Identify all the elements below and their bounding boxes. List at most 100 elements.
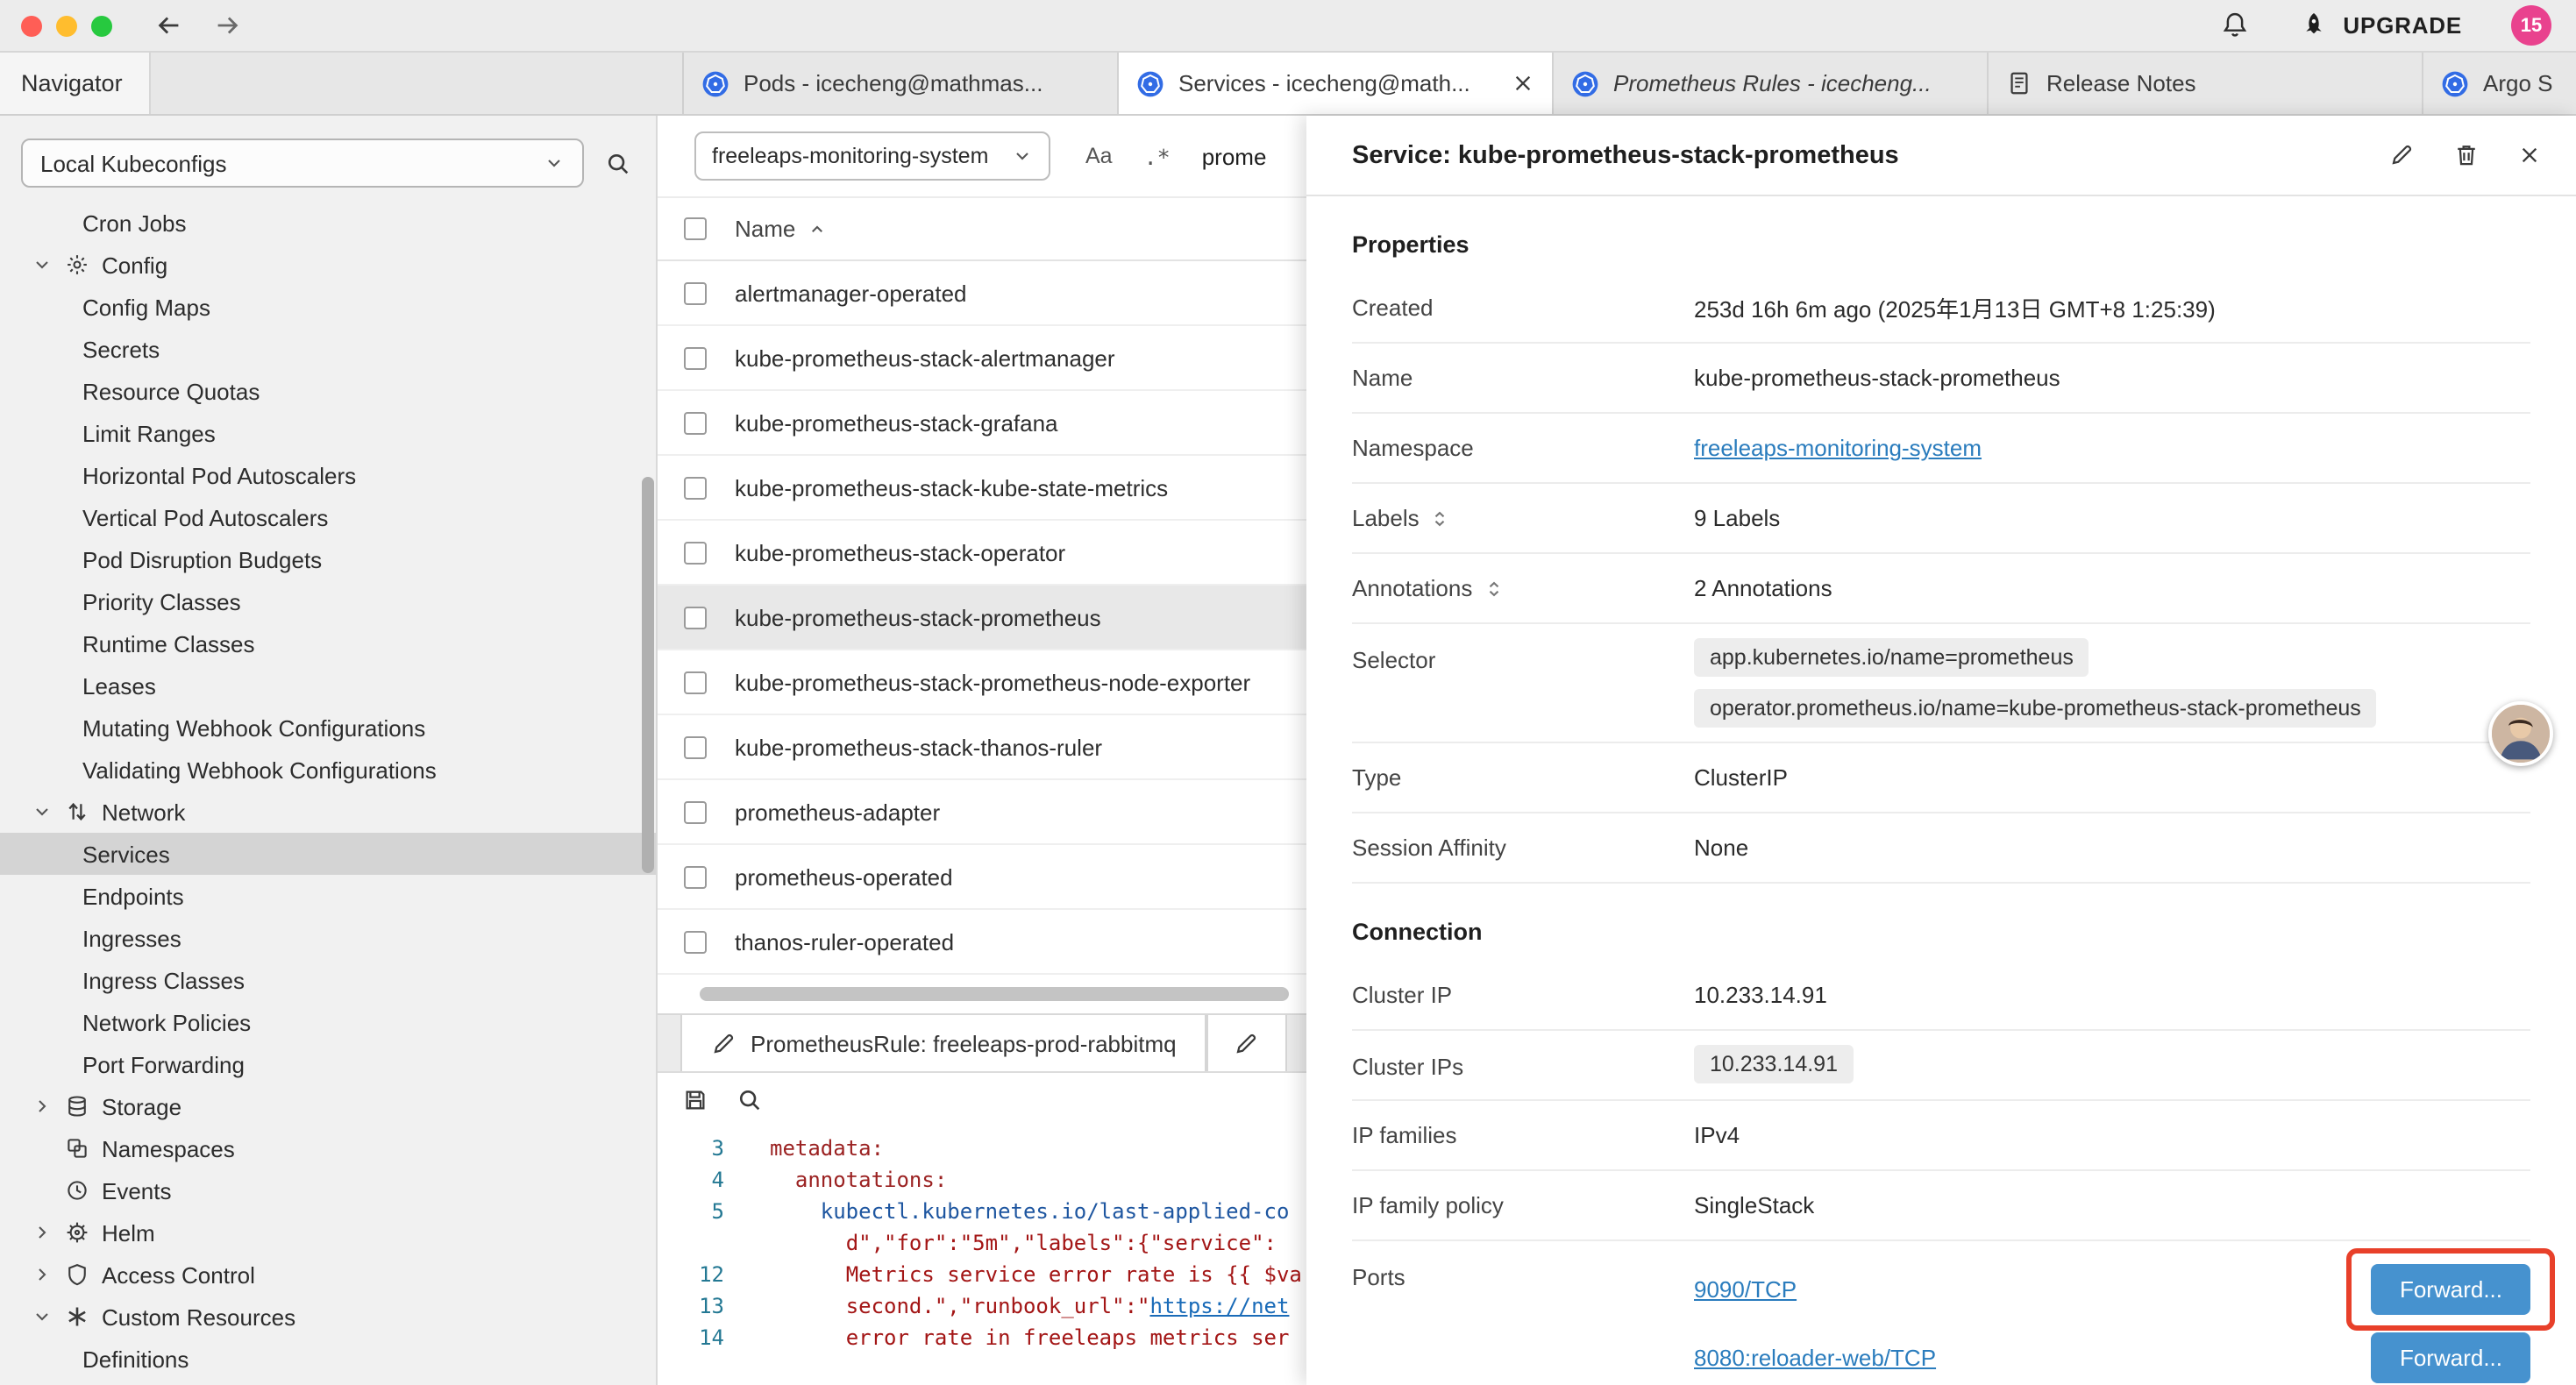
storage-icon bbox=[60, 1094, 95, 1119]
expand-toggle-icon[interactable] bbox=[1430, 508, 1451, 529]
sidebar-item-services[interactable]: Services bbox=[0, 833, 656, 875]
sidebar-item-ingresses[interactable]: Ingresses bbox=[0, 917, 656, 959]
horizontal-scrollbar[interactable] bbox=[700, 987, 1289, 1001]
back-arrow-icon[interactable] bbox=[154, 11, 184, 40]
namespace-link[interactable]: freeleaps-monitoring-system bbox=[1694, 435, 1982, 461]
detail-value: IPv4 bbox=[1694, 1122, 2530, 1148]
search-input[interactable]: prome bbox=[1202, 143, 1267, 169]
port-link[interactable]: 8080:reloader-web/TCP bbox=[1694, 1345, 1936, 1371]
row-checkbox[interactable] bbox=[684, 800, 707, 823]
expand-toggle-icon[interactable] bbox=[1483, 578, 1504, 599]
row-checkbox[interactable] bbox=[684, 411, 707, 434]
editor-tab-pods-icecheng-mathmas[interactable]: Pods - icecheng@mathmas... bbox=[684, 53, 1119, 114]
sidebar-item-label: Storage bbox=[102, 1093, 181, 1119]
sidebar-item-custom-resources[interactable]: Custom Resources bbox=[0, 1296, 656, 1338]
close-tab-icon[interactable] bbox=[1512, 72, 1534, 95]
dock-tab-prometheusrule-freeleaps-prod-rabbitmq[interactable]: PrometheusRule: freeleaps-prod-rabbitmq bbox=[680, 1015, 1206, 1071]
row-checkbox[interactable] bbox=[684, 930, 707, 953]
sidebar-item-storage[interactable]: Storage bbox=[0, 1085, 656, 1127]
save-icon[interactable] bbox=[682, 1086, 708, 1112]
forward-arrow-icon[interactable] bbox=[212, 11, 242, 40]
close-window-button[interactable] bbox=[21, 15, 42, 36]
access-icon bbox=[60, 1262, 95, 1287]
chevron-down-icon[interactable] bbox=[32, 801, 60, 822]
row-name: alertmanager-operated bbox=[735, 280, 967, 306]
sidebar-search-icon[interactable] bbox=[605, 150, 631, 176]
edit-pencil-icon[interactable] bbox=[2388, 142, 2415, 168]
sidebar-item-helm[interactable]: Helm bbox=[0, 1211, 656, 1254]
minimize-window-button[interactable] bbox=[56, 15, 77, 36]
sort-ascending-icon[interactable] bbox=[806, 218, 827, 239]
tab-label: Pods - icecheng@mathmas... bbox=[744, 70, 1042, 96]
sidebar-item-port-forwarding[interactable]: Port Forwarding bbox=[0, 1043, 656, 1085]
notification-count-badge[interactable]: 15 bbox=[2511, 5, 2551, 46]
forward-button[interactable]: Forward... bbox=[2372, 1264, 2530, 1315]
sidebar-item-endpoints[interactable]: Endpoints bbox=[0, 875, 656, 917]
details-drawer: Service: kube-prometheus-stack-prometheu… bbox=[1306, 116, 2576, 1385]
sidebar-item-namespaces[interactable]: Namespaces bbox=[0, 1127, 656, 1169]
select-all-checkbox[interactable] bbox=[684, 217, 707, 240]
row-checkbox[interactable] bbox=[684, 671, 707, 693]
sidebar-item-label: Mutating Webhook Configurations bbox=[82, 714, 425, 741]
row-checkbox[interactable] bbox=[684, 346, 707, 369]
delete-trash-icon[interactable] bbox=[2453, 142, 2480, 168]
port-link[interactable]: 9090/TCP bbox=[1694, 1276, 1797, 1303]
notifications-bell-icon[interactable] bbox=[2220, 11, 2250, 40]
sidebar-item-cron-jobs[interactable]: Cron Jobs bbox=[0, 202, 656, 244]
upgrade-button[interactable]: UPGRADE bbox=[2299, 11, 2462, 40]
name-column-header[interactable]: Name bbox=[735, 216, 795, 242]
sidebar-item-priority-classes[interactable]: Priority Classes bbox=[0, 580, 656, 622]
sidebar-item-ingress-classes[interactable]: Ingress Classes bbox=[0, 959, 656, 1001]
match-case-toggle[interactable]: Aa bbox=[1085, 144, 1113, 168]
sidebar-item-network[interactable]: Network bbox=[0, 791, 656, 833]
sidebar-item-label: Priority Classes bbox=[82, 588, 241, 614]
zoom-window-button[interactable] bbox=[91, 15, 112, 36]
forward-button[interactable]: Forward... bbox=[2372, 1332, 2530, 1383]
sidebar-item-definitions[interactable]: Definitions bbox=[0, 1338, 656, 1380]
sidebar-item-horizontal-pod-autoscalers[interactable]: Horizontal Pod Autoscalers bbox=[0, 454, 656, 496]
sidebar-item-events[interactable]: Events bbox=[0, 1169, 656, 1211]
sidebar-item-vertical-pod-autoscalers[interactable]: Vertical Pod Autoscalers bbox=[0, 496, 656, 538]
row-checkbox[interactable] bbox=[684, 476, 707, 499]
row-checkbox[interactable] bbox=[684, 865, 707, 888]
row-checkbox[interactable] bbox=[684, 735, 707, 758]
detail-label: Name bbox=[1352, 365, 1694, 391]
detail-value: 2 Annotations bbox=[1694, 575, 2530, 601]
chevron-right-icon[interactable] bbox=[32, 1264, 60, 1285]
sidebar-item-pod-disruption-budgets[interactable]: Pod Disruption Budgets bbox=[0, 538, 656, 580]
dock-tab-2[interactable] bbox=[1206, 1015, 1287, 1071]
editor-tab-release-notes[interactable]: Release Notes bbox=[1989, 53, 2423, 114]
sidebar-scrollbar[interactable] bbox=[642, 477, 654, 873]
sidebar-item-limit-ranges[interactable]: Limit Ranges bbox=[0, 412, 656, 454]
row-checkbox[interactable] bbox=[684, 541, 707, 564]
editor-search-icon[interactable] bbox=[737, 1086, 763, 1112]
editor-tab-prometheus-rules-icecheng[interactable]: Prometheus Rules - icecheng... bbox=[1554, 53, 1989, 114]
sidebar-item-runtime-classes[interactable]: Runtime Classes bbox=[0, 622, 656, 664]
namespace-filter-select[interactable]: freeleaps-monitoring-system bbox=[694, 131, 1050, 181]
sidebar-item-network-policies[interactable]: Network Policies bbox=[0, 1001, 656, 1043]
sidebar-item-resource-quotas[interactable]: Resource Quotas bbox=[0, 370, 656, 412]
sidebar-item-config-maps[interactable]: Config Maps bbox=[0, 286, 656, 328]
sidebar-item-config[interactable]: Config bbox=[0, 244, 656, 286]
editor-tab-services-icecheng-math[interactable]: Services - icecheng@math... bbox=[1119, 53, 1554, 114]
profile-avatar[interactable] bbox=[2488, 701, 2553, 766]
detail-value: 9 Labels bbox=[1694, 505, 2530, 531]
chevron-right-icon[interactable] bbox=[32, 1096, 60, 1117]
row-checkbox[interactable] bbox=[684, 281, 707, 304]
chevron-right-icon[interactable] bbox=[32, 1222, 60, 1243]
main-content: Local Kubeconfigs Cron JobsConfigConfig … bbox=[0, 116, 2576, 1385]
helm-icon bbox=[60, 1220, 95, 1245]
row-checkbox[interactable] bbox=[684, 606, 707, 629]
chevron-down-icon[interactable] bbox=[32, 1306, 60, 1327]
sidebar-item-validating-webhook-configurations[interactable]: Validating Webhook Configurations bbox=[0, 749, 656, 791]
editor-tab-argo-s[interactable]: Argo S bbox=[2423, 53, 2576, 114]
close-icon[interactable] bbox=[2518, 144, 2541, 167]
line-content: annotations: bbox=[745, 1164, 947, 1196]
chevron-down-icon[interactable] bbox=[32, 254, 60, 275]
sidebar-item-leases[interactable]: Leases bbox=[0, 664, 656, 707]
sidebar-item-access-control[interactable]: Access Control bbox=[0, 1254, 656, 1296]
regex-toggle[interactable]: .* bbox=[1144, 143, 1171, 169]
kubeconfig-selector[interactable]: Local Kubeconfigs bbox=[21, 138, 584, 188]
sidebar-item-mutating-webhook-configurations[interactable]: Mutating Webhook Configurations bbox=[0, 707, 656, 749]
sidebar-item-secrets[interactable]: Secrets bbox=[0, 328, 656, 370]
